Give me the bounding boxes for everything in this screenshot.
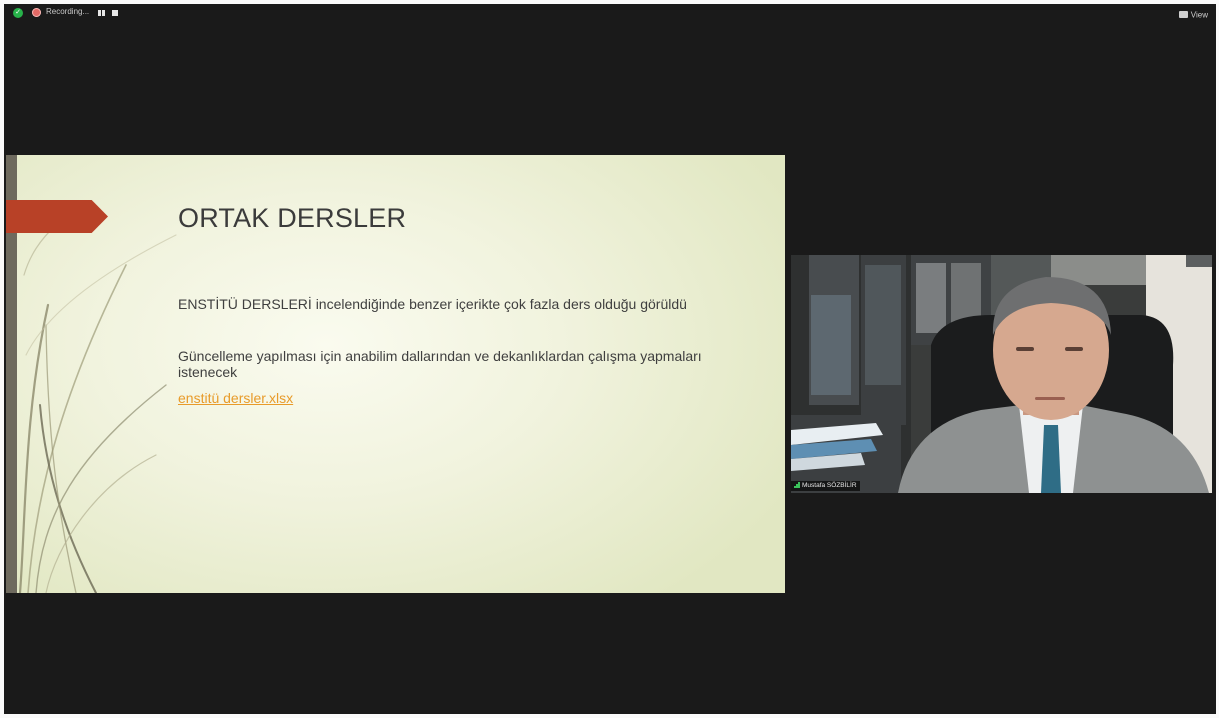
- recording-icon: [32, 8, 41, 17]
- title-arrow-shape: [6, 200, 108, 233]
- security-shield-icon[interactable]: ✓: [13, 8, 23, 18]
- slide-title: ORTAK DERSLER: [178, 203, 407, 233]
- participant-video-tile[interactable]: Mustafa SÖZBİLİR: [791, 255, 1212, 493]
- participant-name: Mustafa SÖZBİLİR: [802, 482, 857, 489]
- slide-paragraph-1: ENSTİTÜ DERSLERİ incelendiğinde benzer i…: [178, 296, 687, 312]
- signal-strength-icon: [794, 482, 800, 489]
- top-toolbar: ✓ Recording... View: [4, 4, 1216, 22]
- view-button[interactable]: View: [1178, 6, 1208, 20]
- shared-slide: ORTAK DERSLER ENSTİTÜ DERSLERİ incelendi…: [6, 155, 785, 593]
- slide-paragraph-2: Güncelleme yapılması için anabilim dalla…: [178, 348, 702, 380]
- meeting-screen: ✓ Recording... View ORTAK DERSLER ENSTİT…: [0, 0, 1219, 718]
- participant-video-feed: [791, 255, 1212, 493]
- view-label: View: [1190, 10, 1208, 20]
- participant-name-tag: Mustafa SÖZBİLİR: [791, 481, 860, 491]
- stop-recording-button[interactable]: [112, 10, 118, 16]
- pause-recording-button[interactable]: [97, 10, 106, 16]
- recording-status: Recording...: [46, 7, 90, 16]
- grid-view-icon: [1178, 11, 1188, 19]
- excel-file-link[interactable]: enstitü dersler.xlsx: [178, 390, 293, 406]
